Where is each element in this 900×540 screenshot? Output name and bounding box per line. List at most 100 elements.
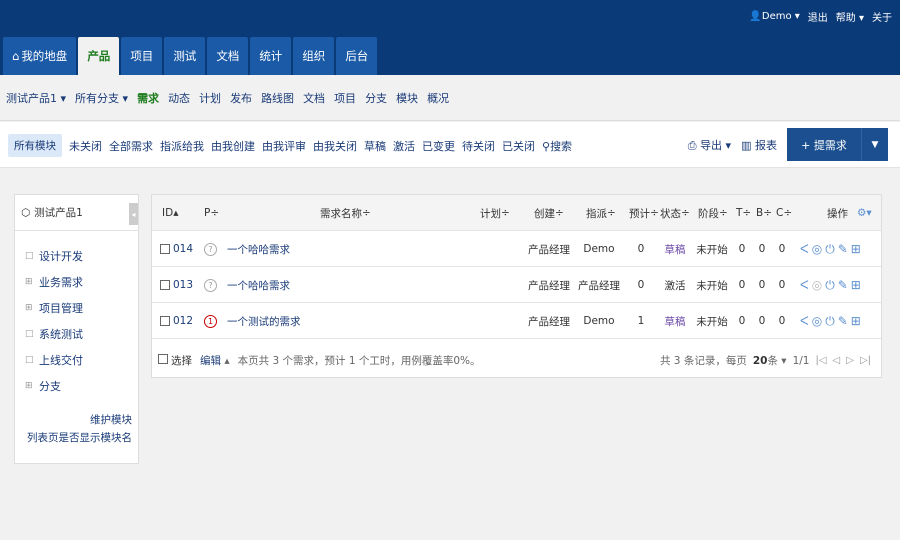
report-button[interactable]: ▥ 报表: [741, 137, 777, 153]
checkbox[interactable]: [160, 316, 170, 326]
subnav-plan[interactable]: 计划: [199, 90, 221, 106]
table-row[interactable]: 013 ? 一个哈哈需求 产品经理 产品经理 0 激活 未开始 0 0 0 ᐸ ◎…: [152, 267, 881, 303]
subnav-roadmap[interactable]: 路线图: [261, 90, 294, 106]
row-name[interactable]: 一个测试的需求: [227, 303, 301, 339]
tab-admin[interactable]: 后台: [336, 37, 378, 75]
column-settings-button[interactable]: ⚙▾: [857, 195, 872, 231]
filter-changed[interactable]: 已变更: [422, 138, 455, 154]
testcase-icon[interactable]: ⊞: [851, 242, 861, 257]
change-icon[interactable]: ᐸ: [800, 278, 809, 293]
about-link[interactable]: 关于: [872, 9, 892, 24]
subnav-story[interactable]: 需求: [137, 90, 159, 106]
row-name[interactable]: 一个哈哈需求: [227, 231, 290, 267]
module-filter[interactable]: 所有模块: [8, 134, 62, 157]
sidebar-collapse-button[interactable]: ◂: [129, 203, 138, 225]
batch-edit-button[interactable]: 编辑 ▴: [200, 353, 230, 368]
module-item[interactable]: □ 系统测试: [15, 321, 138, 347]
edit-icon[interactable]: ✎: [838, 278, 848, 293]
logout-link[interactable]: 退出: [808, 9, 828, 24]
row-assigned[interactable]: 产品经理: [574, 267, 624, 303]
module-item[interactable]: □ 上线交付: [15, 347, 138, 373]
col-id[interactable]: ID ▴: [162, 195, 178, 231]
filter-assigned-to-me[interactable]: 指派给我: [160, 138, 204, 154]
close-icon[interactable]: ⏻: [825, 314, 835, 329]
first-page-icon[interactable]: |◁: [815, 355, 826, 366]
filter-unclosed[interactable]: 未关闭: [69, 138, 102, 154]
filter-active[interactable]: 激活: [393, 138, 415, 154]
col-b[interactable]: B ÷: [756, 195, 772, 231]
col-status[interactable]: 状态 ÷: [660, 195, 690, 231]
subnav-dynamic[interactable]: 动态: [168, 90, 190, 106]
tab-org[interactable]: 组织: [293, 37, 335, 75]
subnav-overview[interactable]: 概况: [427, 90, 449, 106]
subnav-module[interactable]: 模块: [396, 90, 418, 106]
col-creator[interactable]: 创建 ÷: [534, 195, 564, 231]
subnav-doc[interactable]: 文档: [303, 90, 325, 106]
tab-test[interactable]: 测试: [164, 37, 206, 75]
filter-to-close[interactable]: 待关闭: [462, 138, 495, 154]
table-row[interactable]: 014 ? 一个哈哈需求 产品经理 Demo 0 草稿 未开始 0 0 0 ᐸ ◎…: [152, 231, 881, 267]
review-icon[interactable]: ◎: [812, 242, 822, 257]
col-name[interactable]: 需求名称 ÷: [320, 195, 371, 231]
subnav-branch[interactable]: 分支: [365, 90, 387, 106]
select-all[interactable]: 选择: [158, 353, 192, 368]
table-row[interactable]: 012 1 一个测试的需求 产品经理 Demo 1 草稿 未开始 0 0 0 ᐸ…: [152, 303, 881, 339]
tab-my[interactable]: ⌂ 我的地盘: [3, 37, 77, 75]
export-button[interactable]: ⎙ 导出 ▾: [688, 137, 731, 153]
col-estimate[interactable]: 预计 ÷: [629, 195, 659, 231]
change-icon[interactable]: ᐸ: [800, 242, 809, 257]
checkbox[interactable]: [160, 244, 170, 254]
checkbox[interactable]: [160, 280, 170, 290]
search-button[interactable]: ⚲搜索: [542, 138, 572, 154]
row-assigned[interactable]: Demo: [574, 303, 624, 339]
testcase-icon[interactable]: ⊞: [851, 278, 861, 293]
prev-page-icon[interactable]: ◁: [833, 355, 841, 366]
filter-created-by-me[interactable]: 由我创建: [211, 138, 255, 154]
row-select[interactable]: 014: [160, 231, 193, 267]
review-icon[interactable]: ◎: [812, 314, 822, 329]
close-icon[interactable]: ⏻: [825, 278, 835, 293]
row-assigned[interactable]: Demo: [574, 231, 624, 267]
module-item[interactable]: ⊞ 业务需求: [15, 269, 138, 295]
tab-project[interactable]: 项目: [121, 37, 163, 75]
filter-closed[interactable]: 已关闭: [502, 138, 535, 154]
user-menu[interactable]: 👤Demo ▾: [749, 11, 799, 22]
row-select[interactable]: 012: [160, 303, 193, 339]
col-stage[interactable]: 阶段 ÷: [698, 195, 728, 231]
row-select[interactable]: 013: [160, 267, 193, 303]
col-plan[interactable]: 计划 ÷: [480, 195, 510, 231]
module-item[interactable]: □ 设计开发: [15, 243, 138, 269]
per-page-select[interactable]: 20条 ▾: [753, 353, 787, 368]
filter-all[interactable]: 全部需求: [109, 138, 153, 154]
col-pri[interactable]: P ÷: [204, 195, 219, 231]
maintain-module-link[interactable]: 维护模块: [27, 411, 132, 429]
module-item[interactable]: ⊞ 分支: [15, 373, 138, 399]
col-c[interactable]: C ÷: [776, 195, 792, 231]
branch-switcher[interactable]: 所有分支 ▾: [75, 90, 128, 106]
module-item[interactable]: ⊞ 项目管理: [15, 295, 138, 321]
create-story-dropdown[interactable]: ▼: [861, 128, 888, 161]
checkbox[interactable]: [158, 354, 168, 364]
create-story-button[interactable]: + 提需求: [787, 128, 861, 161]
tab-report[interactable]: 统计: [250, 37, 292, 75]
product-switcher[interactable]: 测试产品1 ▾: [6, 90, 66, 106]
col-t[interactable]: T ÷: [736, 195, 751, 231]
tab-product[interactable]: 产品: [78, 37, 120, 75]
subnav-release[interactable]: 发布: [230, 90, 252, 106]
row-name[interactable]: 一个哈哈需求: [227, 267, 290, 303]
next-page-icon[interactable]: ▷: [846, 355, 854, 366]
filter-reviewed-by-me[interactable]: 由我评审: [262, 138, 306, 154]
change-icon[interactable]: ᐸ: [800, 314, 809, 329]
last-page-icon[interactable]: ▷|: [860, 355, 871, 366]
filter-closed-by-me[interactable]: 由我关闭: [313, 138, 357, 154]
show-module-name-link[interactable]: 列表页是否显示模块名: [27, 429, 132, 447]
tab-doc[interactable]: 文档: [207, 37, 249, 75]
testcase-icon[interactable]: ⊞: [851, 314, 861, 329]
col-assigned[interactable]: 指派 ÷: [586, 195, 616, 231]
subnav-project[interactable]: 项目: [334, 90, 356, 106]
edit-icon[interactable]: ✎: [838, 242, 848, 257]
close-icon[interactable]: ⏻: [825, 242, 835, 257]
help-menu[interactable]: 帮助 ▾: [836, 9, 864, 24]
edit-icon[interactable]: ✎: [838, 314, 848, 329]
filter-draft[interactable]: 草稿: [364, 138, 386, 154]
